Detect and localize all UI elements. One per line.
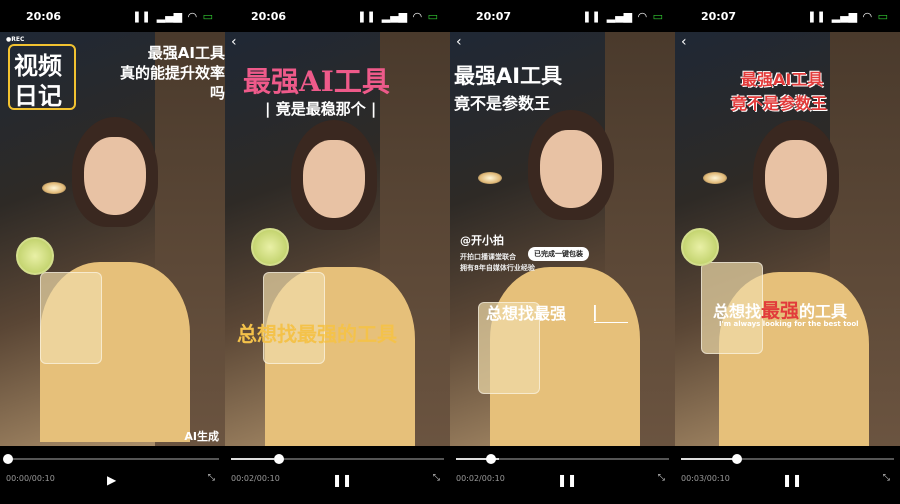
- video-area[interactable]: ●REC 视频 日记 最强AI工具 真的能提升效率 吗 AI生成: [0, 32, 225, 446]
- status-time: 20:07: [701, 9, 737, 23]
- title-line-1: 最强AI工具: [741, 70, 824, 89]
- wifi-icon: ◠: [188, 9, 197, 23]
- person-face: [84, 137, 146, 215]
- lime-slice: [681, 228, 719, 266]
- fullscreen-icon[interactable]: ⤡: [208, 473, 215, 483]
- diary-label-2: 日记: [14, 82, 62, 110]
- battery-icon: ▭: [202, 9, 213, 23]
- person-face: [303, 140, 365, 218]
- lamp-light: [42, 182, 66, 194]
- lamp-light: [703, 172, 727, 184]
- caption: 总想找最强的工具: [713, 296, 847, 323]
- lime-slice: [251, 228, 289, 266]
- status-bar: 20:07 ❚❚ ▂▄▆ ◠ ▭: [675, 0, 900, 32]
- status-time: 20:07: [476, 9, 512, 23]
- progress-bar[interactable]: [3, 454, 219, 464]
- video-area[interactable]: ‹ 最强AI工具 | 竟是最稳那个 | 总想找最强的工具: [225, 32, 450, 446]
- signal-icon: ▂▄▆: [156, 9, 183, 23]
- pause-status-icon: ❚❚: [807, 9, 826, 23]
- title-line-1: 最强AI工具: [454, 64, 563, 88]
- pause-icon[interactable]: ❚❚: [782, 473, 802, 487]
- pause-status-icon: ❚❚: [582, 9, 601, 23]
- title-line-1: 最强AI工具: [147, 44, 225, 62]
- sticker-desc-1: 开拍口播课堂联合: [460, 253, 516, 261]
- ai-generated-badge: AI生成: [184, 430, 219, 443]
- fullscreen-icon[interactable]: ⤡: [658, 473, 665, 483]
- signal-icon: ▂▄▆: [381, 9, 408, 23]
- subtitle: | 竟是最稳那个 |: [265, 100, 377, 118]
- fullscreen-icon[interactable]: ⤡: [433, 473, 440, 483]
- rec-label: ●REC: [6, 36, 25, 43]
- signal-icon: ▂▄▆: [606, 9, 633, 23]
- title: 最强AI工具: [243, 65, 390, 98]
- pause-icon[interactable]: ❚❚: [557, 473, 577, 487]
- time-readout: 00:00/00:10: [6, 474, 55, 483]
- progress-bar[interactable]: [456, 454, 669, 464]
- lime-slice: [16, 237, 54, 275]
- title-line-2: 真的能提升效率: [119, 64, 225, 82]
- title-line-2: 竟不是参数王: [731, 94, 828, 113]
- status-time: 20:06: [251, 9, 287, 23]
- typing-underline: [594, 322, 628, 323]
- time-readout: 00:02/00:10: [456, 474, 505, 483]
- title-line-2: 竟不是参数王: [454, 94, 551, 113]
- video-area[interactable]: ‹ 最强AI工具 竟不是参数王 @开小拍 已完成一键包装 开拍口播课堂联合 拥有…: [450, 32, 675, 446]
- wifi-icon: ◠: [413, 9, 422, 23]
- person-face: [540, 130, 602, 208]
- player-controls: 00:02/00:10 ❚❚ ⤡: [450, 446, 675, 504]
- caption-part-1: 总想找: [713, 302, 762, 321]
- status-bar: 20:07 ❚❚ ▂▄▆ ◠ ▭: [450, 0, 675, 32]
- player-controls: 00:00/00:10 ▶ ⤡: [0, 446, 225, 504]
- time-readout: 00:03/00:10: [681, 474, 730, 483]
- pause-status-icon: ❚❚: [132, 9, 151, 23]
- typing-cursor: |: [592, 302, 598, 321]
- lamp-light: [478, 172, 502, 184]
- time-readout: 00:02/00:10: [231, 474, 280, 483]
- wifi-icon: ◠: [638, 9, 647, 23]
- back-icon[interactable]: ‹: [456, 34, 462, 50]
- title-line-3: 吗: [209, 84, 225, 102]
- status-bar: 20:06 ❚❚ ▂▄▆ ◠ ▭: [0, 0, 225, 32]
- pause-icon[interactable]: ❚❚: [332, 473, 352, 487]
- phone-frame-4: 20:07 ❚❚ ▂▄▆ ◠ ▭ ‹ 最强AI工具 竟不是参数王 总想找最强的工…: [675, 0, 900, 504]
- caption-english: I'm always looking for the best tool: [719, 320, 859, 328]
- battery-icon: ▭: [877, 9, 888, 23]
- fullscreen-icon[interactable]: ⤡: [883, 473, 890, 483]
- play-icon[interactable]: ▶: [107, 473, 116, 487]
- wifi-icon: ◠: [863, 9, 872, 23]
- status-bar: 20:06 ❚❚ ▂▄▆ ◠ ▭: [225, 0, 450, 32]
- signal-icon: ▂▄▆: [831, 9, 858, 23]
- comparison-row: 20:06 ❚❚ ▂▄▆ ◠ ▭ ●REC 视频 日记 最强AI工具 真的能提升…: [0, 0, 900, 504]
- progress-knob[interactable]: [3, 454, 13, 464]
- progress-knob[interactable]: [485, 454, 496, 464]
- person-face: [765, 140, 827, 218]
- creator-handle: @开小拍: [460, 234, 504, 247]
- caption: 总想找最强: [486, 304, 567, 323]
- video-area[interactable]: ‹ 最强AI工具 竟不是参数王 总想找最强的工具 I'm always look…: [675, 32, 900, 446]
- phone-frame-1: 20:06 ❚❚ ▂▄▆ ◠ ▭ ●REC 视频 日记 最强AI工具 真的能提升…: [0, 0, 225, 504]
- progress-knob[interactable]: [273, 454, 284, 464]
- status-time: 20:06: [26, 9, 62, 23]
- drink-glass: [40, 272, 102, 364]
- progress-knob[interactable]: [732, 454, 743, 464]
- phone-frame-3: 20:07 ❚❚ ▂▄▆ ◠ ▭ ‹ 最强AI工具 竟不是参数王 @开小拍 已完…: [450, 0, 675, 504]
- one-click-package-button[interactable]: 已完成一键包装: [528, 247, 589, 261]
- caption-highlight: 最强: [761, 300, 800, 322]
- caption: 总想找最强的工具: [237, 322, 397, 346]
- progress-bar[interactable]: [681, 454, 894, 464]
- player-controls: 00:03/00:10 ❚❚ ⤡: [675, 446, 900, 504]
- caption-part-3: 的工具: [799, 302, 848, 321]
- back-icon[interactable]: ‹: [231, 34, 237, 50]
- progress-bar[interactable]: [231, 454, 444, 464]
- battery-icon: ▭: [427, 9, 438, 23]
- player-controls: 00:02/00:10 ❚❚ ⤡: [225, 446, 450, 504]
- pause-status-icon: ❚❚: [357, 9, 376, 23]
- back-icon[interactable]: ‹: [681, 34, 687, 50]
- battery-icon: ▭: [652, 9, 663, 23]
- sticker-desc-2: 拥有8年自媒体行业经验: [460, 264, 535, 272]
- phone-frame-2: 20:06 ❚❚ ▂▄▆ ◠ ▭ ‹ 最强AI工具 | 竟是最稳那个 | 总想找…: [225, 0, 450, 504]
